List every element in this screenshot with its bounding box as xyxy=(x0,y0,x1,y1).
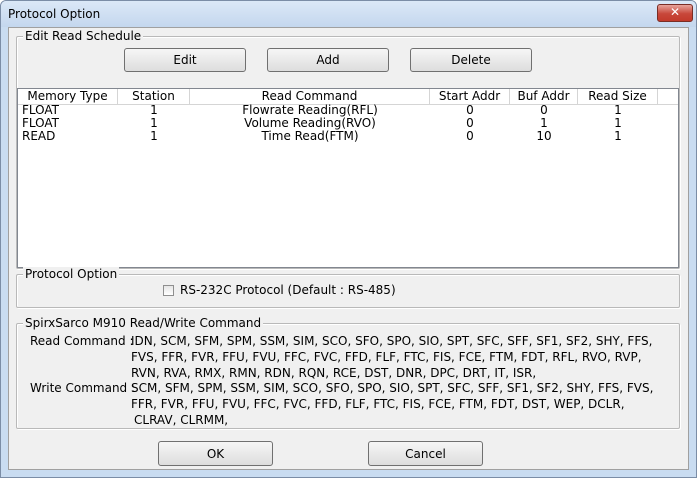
cell-read-command: Time Read(FTM) xyxy=(261,129,359,143)
write-command-list: SCM, SFM, SPM, SSM, SIM, SCO, SFO, SPO, … xyxy=(131,380,653,428)
read-command-label: Read Command : xyxy=(30,334,134,348)
ok-button[interactable]: OK xyxy=(158,441,273,466)
protocol-option-group: Protocol Option RS-232C Protocol (Defaul… xyxy=(16,267,680,308)
title-bar[interactable]: Protocol Option ✕ xyxy=(1,1,696,27)
protocol-option-label: Protocol Option xyxy=(23,267,120,281)
write-command-line: FFR, FVR, FFU, FVU, FFC, FVC, FFD, FLF, … xyxy=(131,397,625,411)
table-row[interactable]: READ 1 Time Read(FTM) 0 10 1 xyxy=(18,130,678,143)
commands-group: SpirxSarco M910 Read/Write Command Read … xyxy=(16,316,680,429)
column-header-buf-addr[interactable]: Buf Addr xyxy=(510,89,578,104)
read-command-list: IDN, SCM, SFM, SPM, SSM, SIM, SCO, SFO, … xyxy=(131,333,652,381)
rs232c-checkbox-label[interactable]: RS-232C Protocol (Default : RS-485) xyxy=(180,283,396,297)
read-schedule-list[interactable]: Memory Type Station Read Command Start A… xyxy=(17,88,679,268)
column-header-station[interactable]: Station xyxy=(118,89,190,104)
column-header-read-size[interactable]: Read Size xyxy=(578,89,658,104)
read-command-line: FVS, FFR, FVR, FFU, FVU, FFC, FVC, FFD, … xyxy=(131,350,642,364)
edit-read-schedule-group: Edit Read Schedule Edit Add Delete Memor… xyxy=(16,29,680,269)
close-button[interactable]: ✕ xyxy=(657,4,693,22)
cell-buf-addr: 10 xyxy=(536,129,552,143)
column-header-read-command[interactable]: Read Command xyxy=(190,89,430,104)
cell-start-addr: 0 xyxy=(466,129,474,143)
protocol-option-window: Protocol Option ✕ Edit Read Schedule Edi… xyxy=(0,0,697,478)
edit-read-schedule-label: Edit Read Schedule xyxy=(23,29,144,43)
column-header-start-addr[interactable]: Start Addr xyxy=(430,89,510,104)
write-command-label: Write Command : xyxy=(30,381,136,395)
read-command-line: IDN, SCM, SFM, SPM, SSM, SIM, SCO, SFO, … xyxy=(131,334,653,348)
close-icon: ✕ xyxy=(669,5,681,19)
cell-read-size: 1 xyxy=(614,129,622,143)
rs232c-checkbox[interactable] xyxy=(163,285,174,296)
write-command-line: CLRAV, CLRMM, xyxy=(134,413,229,427)
dialog-client-area: Edit Read Schedule Edit Add Delete Memor… xyxy=(8,27,689,470)
read-command-line: RVN, RVA, RMX, RMN, RDN, RQN, RCE, DST, … xyxy=(131,366,537,380)
commands-group-label: SpirxSarco M910 Read/Write Command xyxy=(23,316,264,330)
window-title: Protocol Option xyxy=(8,7,101,21)
add-button[interactable]: Add xyxy=(267,48,389,72)
edit-button[interactable]: Edit xyxy=(124,48,246,72)
cancel-button[interactable]: Cancel xyxy=(368,441,483,466)
write-command-line: SCM, SFM, SPM, SSM, SIM, SCO, SFO, SPO, … xyxy=(131,381,654,395)
cell-memory-type: READ xyxy=(22,129,56,143)
delete-button[interactable]: Delete xyxy=(410,48,532,72)
cell-station: 1 xyxy=(150,129,158,143)
column-header-memory-type[interactable]: Memory Type xyxy=(18,89,118,104)
